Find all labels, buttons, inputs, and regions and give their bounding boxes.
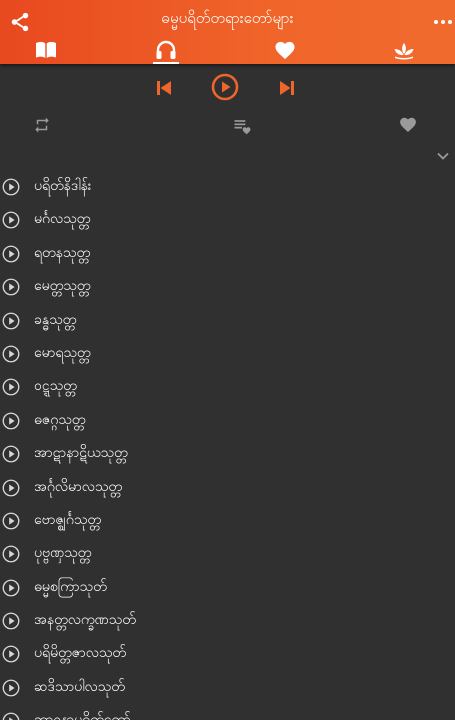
playlist-favorite-icon	[234, 120, 251, 135]
play-circle-icon	[2, 278, 20, 296]
play-circle-icon	[2, 211, 20, 229]
track-title: ဓမ္မစကြာသုတ်	[34, 578, 107, 595]
play-circle-icon	[2, 612, 20, 630]
track-item[interactable]: ဗောဇ္ဈင်္ဂသုတ္တ	[0, 504, 455, 537]
track-item[interactable]: အာဋာနာဋိယသုတ္တ	[0, 437, 455, 470]
tab-meditation[interactable]	[374, 38, 434, 64]
track-title: ပုဗ္ဗဏှသုတ္တ	[34, 545, 92, 562]
play-circle-icon	[2, 479, 20, 496]
more-options-button[interactable]	[433, 12, 453, 32]
track-item[interactable]: ဘာဝနာပရိတ်တော်	[0, 704, 455, 720]
track-title: ဝဋ္ဋသုတ္တ	[34, 378, 77, 395]
book-icon	[36, 41, 56, 58]
track-item[interactable]: ပရိတ်နိဒါန်း	[0, 170, 455, 203]
headphones-icon	[156, 40, 176, 59]
repeat-button[interactable]	[33, 116, 51, 138]
track-item[interactable]: ပုဗ္ဗဏှသုတ္တ	[0, 537, 455, 570]
play-circle-icon	[2, 312, 20, 329]
track-item[interactable]: ခန္ဓသုတ္တ	[0, 304, 455, 337]
heart-icon	[400, 117, 416, 132]
track-title: အနတ္တလက္ခဏသုတ်	[34, 612, 136, 629]
share-button[interactable]	[9, 11, 31, 33]
track-item[interactable]: ရတနသုတ္တ	[0, 237, 455, 270]
playlist-favorite-button[interactable]	[232, 116, 252, 140]
collapse-button[interactable]	[435, 148, 451, 164]
app-root: ဓမ္မပရိတ်တရားတော်များ ပရိတ်နိဒါန်း မင်္ဂ…	[0, 0, 455, 720]
play-circle-icon	[2, 345, 20, 363]
skip-next-icon	[280, 81, 294, 95]
player-controls	[0, 64, 455, 114]
tab-favorites[interactable]	[255, 38, 315, 64]
tab-books[interactable]	[16, 38, 76, 64]
play-circle-icon	[2, 445, 20, 463]
heart-icon	[275, 41, 295, 60]
play-circle-icon	[2, 512, 20, 530]
track-item[interactable]: ပရိမိတ္တဇာလသုတ်	[0, 637, 455, 670]
track-item[interactable]: ဓဇဂ္ဂသုတ္တ	[0, 404, 455, 437]
play-circle-icon	[211, 73, 239, 101]
previous-button[interactable]	[155, 79, 173, 101]
track-title: မေတ္တသုတ္တ	[34, 278, 91, 295]
track-title: ဆဒိသာပါလသုတ်	[34, 678, 125, 695]
play-circle-icon	[2, 378, 20, 396]
track-item[interactable]: ဝဋ္ဋသုတ္တ	[0, 370, 455, 403]
track-title: ပရိမိတ္တဇာလသုတ်	[34, 645, 127, 662]
track-title: ခန္ဓသုတ္တ	[34, 311, 77, 328]
track-title: ရတနသုတ္တ	[34, 244, 91, 261]
track-title: အင်္ဂုလိမာလသုတ္တ	[34, 478, 123, 495]
track-title: ဗောဇ္ဈင်္ဂသုတ္တ	[34, 511, 102, 528]
track-item[interactable]: မောရသုတ္တ	[0, 337, 455, 370]
track-title: မင်္ဂလသုတ္တ	[34, 211, 91, 228]
play-circle-icon	[2, 245, 20, 263]
play-circle-icon	[2, 712, 20, 720]
play-circle-icon	[2, 679, 20, 697]
skip-previous-icon	[157, 81, 171, 95]
track-item[interactable]: မေတ္တသုတ္တ	[0, 270, 455, 303]
repeat-icon	[35, 117, 49, 133]
next-button[interactable]	[278, 79, 296, 101]
play-circle-icon	[2, 178, 20, 196]
play-button[interactable]	[211, 73, 239, 105]
track-item[interactable]: ဓမ္မစကြာသုတ်	[0, 571, 455, 604]
play-circle-icon	[2, 545, 20, 563]
track-item[interactable]: အင်္ဂုလိမာလသုတ္တ	[0, 471, 455, 504]
tab-audio[interactable]	[136, 38, 196, 64]
chevron-down-icon	[437, 152, 449, 160]
track-title: အာဋာနာဋိယသုတ္တ	[34, 445, 128, 462]
more-vert-icon	[434, 20, 452, 24]
options-row	[0, 110, 455, 140]
play-circle-icon	[2, 579, 20, 597]
lotus-icon	[394, 43, 414, 60]
track-item[interactable]: အနတ္တလက္ခဏသုတ်	[0, 604, 455, 637]
play-circle-icon	[2, 646, 20, 663]
track-title: ပရိတ်နိဒါန်း	[34, 178, 92, 194]
track-title: ဓဇဂ္ဂသုတ္တ	[34, 411, 86, 428]
favorite-button[interactable]	[399, 116, 417, 137]
play-circle-icon	[2, 412, 20, 430]
app-title: ဓမ္မပရိတ်တရားတော်များ	[161, 9, 294, 27]
track-title: မောရသုတ္တ	[34, 344, 91, 361]
track-title: ဘာဝနာပရိတ်တော်	[34, 704, 131, 720]
share-icon	[11, 12, 29, 32]
track-item[interactable]: မင်္ဂလသုတ္တ	[0, 203, 455, 236]
track-list: ပရိတ်နိဒါန်းမင်္ဂလသုတ္တရတနသုတ္တမေတ္တသုတ္…	[0, 170, 455, 720]
app-bar: ဓမ္မပရိတ်တရားတော်များ	[0, 0, 455, 64]
track-item[interactable]: ဆဒိသာပါလသုတ်	[0, 671, 455, 704]
